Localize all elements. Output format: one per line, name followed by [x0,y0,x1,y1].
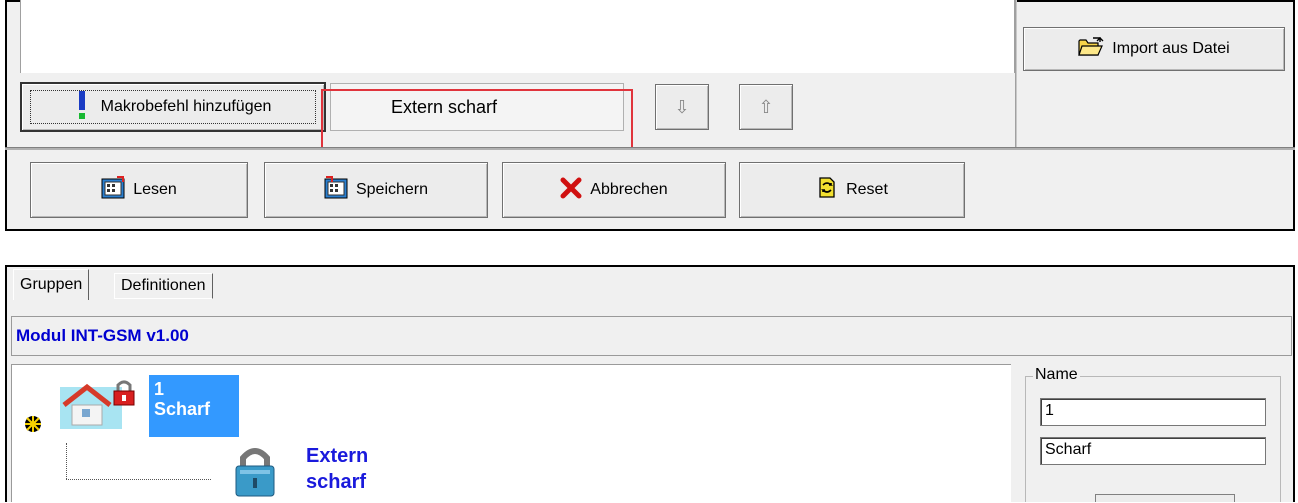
import-label: Import aus Datei [1112,40,1230,57]
tab-groups-label: Gruppen [20,276,83,293]
macro-list-area[interactable] [20,0,1015,73]
name-field-1-value: 1 [1045,402,1054,419]
cancel-label: Abbrechen [590,181,668,198]
exclamation-icon [75,90,89,125]
module-title-bar: Modul INT-GSM v1.00 [11,316,1292,356]
name-field-2-value: Scharf [1045,441,1092,458]
save-label: Speichern [355,181,429,198]
separator [5,147,1295,150]
macro-label: Makrobefehl hinzufügen [100,98,272,115]
reset-button[interactable]: Reset [739,162,965,218]
import-from-file-button[interactable]: Import aus Datei [1023,27,1285,71]
gear-icon [23,414,43,439]
save-button[interactable]: Speichern [264,162,488,218]
read-button[interactable]: Lesen [30,162,248,218]
folder-open-icon [1078,36,1104,62]
child-line2: scharf [306,471,367,493]
move-down-button[interactable]: ⇩ [655,84,709,130]
house-lock-icon[interactable] [60,379,144,434]
save-icon [324,175,348,205]
name-field-1[interactable]: 1 [1040,398,1266,426]
selected-group-node[interactable]: 1 Scharf [149,375,239,437]
padlock-icon[interactable] [232,442,278,503]
add-macro-command-button[interactable]: Makrobefehl hinzufügen [20,82,326,132]
group-name: Scharf [154,399,211,419]
name-panel-button[interactable] [1095,494,1235,502]
cancel-x-icon [560,177,582,204]
name-field-2[interactable]: Scharf [1040,437,1266,465]
cancel-button[interactable]: Abbrechen [502,162,726,218]
tree-connector [66,443,67,479]
group-number: 1 [154,379,165,399]
move-up-button[interactable]: ⇧ [739,84,793,130]
child-node-label[interactable]: Extern scharf [306,443,368,495]
highlight-box [321,89,633,150]
column-divider [1015,0,1017,147]
tab-definitions-label: Definitionen [121,277,206,294]
read-label: Lesen [133,181,177,198]
arrow-up-icon: ⇧ [758,96,774,117]
arrow-down-icon: ⇩ [674,96,690,117]
name-legend: Name [1033,366,1080,384]
read-icon [101,175,125,205]
tab-definitions[interactable]: Definitionen [114,273,213,299]
module-title: Modul INT-GSM v1.00 [16,326,189,345]
reset-label: Reset [846,181,888,198]
child-line1: Extern [306,445,369,467]
tree-connector [66,479,211,480]
tab-groups[interactable]: Gruppen [13,269,90,300]
reset-icon [816,175,838,206]
